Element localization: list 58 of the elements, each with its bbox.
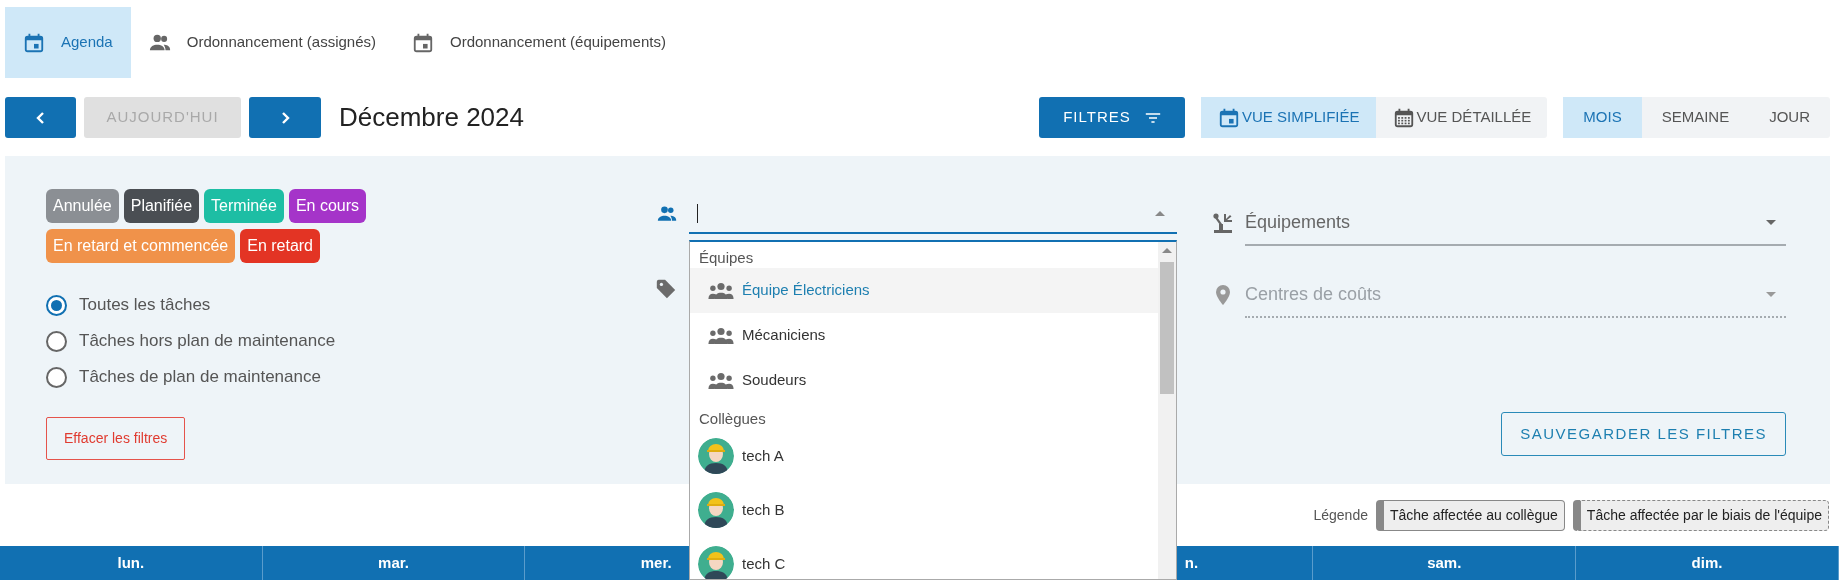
radio-button[interactable] [46,294,67,316]
filters-button[interactable]: FILTRES [1039,97,1185,138]
day-header: sam. [1313,546,1577,580]
range-tab[interactable]: MOIS [1563,97,1642,138]
legend-item: Tâche affectée au collègue [1376,499,1565,531]
tag-icon [655,278,677,300]
caret-icon [1155,210,1165,216]
scroll-up-icon [1162,248,1172,253]
radio-button[interactable] [46,366,67,388]
save-filters-button[interactable]: SAUVEGARDER LES FILTRES [1501,411,1786,456]
dropdown-option[interactable]: Équipe Électriciens [690,268,1158,313]
calendar-icon [1218,106,1240,129]
range-tab[interactable]: SEMAINE [1641,97,1750,138]
scrollbar[interactable] [1158,242,1176,579]
people-icon [655,204,679,224]
team-icon [708,371,734,390]
avatar-icon [698,546,734,579]
view-mode-button[interactable]: VUE DÉTAILLÉE [1375,97,1548,138]
dropdown-option[interactable]: Soudeurs [690,358,1158,403]
avatar-icon [698,492,734,528]
caret-icon [1766,219,1776,225]
tab[interactable]: Ordonnancement (équipements) [394,7,684,78]
equipment-select[interactable]: Équipements [1245,200,1786,246]
dropdown-option[interactable]: Mécaniciens [690,313,1158,358]
view-mode-button[interactable]: VUE SIMPLIFIÉE [1201,97,1376,138]
radio-button[interactable] [46,330,67,352]
placeholder-text: Équipements [1245,210,1351,234]
excavator-icon [1211,211,1235,235]
period-title: Décembre 2024 [339,101,524,134]
avatar-icon [698,438,734,474]
legend-item: Tâche affectée par le biais de l'équipe [1572,499,1829,531]
status-tag[interactable]: Planifiée [123,189,200,223]
day-header: dim. [1576,546,1839,580]
radio-label[interactable]: Toutes les tâches [79,292,211,318]
status-tag[interactable]: Annulée [46,189,119,223]
range-tab[interactable]: JOUR [1749,97,1830,138]
tab[interactable]: Agenda [5,7,131,78]
team-icon [708,281,734,300]
day-header: lun. [0,546,263,580]
calendar-icon [412,31,434,54]
status-tag[interactable]: En cours [288,189,367,223]
clear-filters-button[interactable]: Effacer les filtres [46,417,186,460]
group-header: Collègues [698,409,767,429]
calendar-icon [23,31,45,54]
radio-label[interactable]: Tâches de plan de maintenance [79,364,321,390]
placeholder-text: Centres de coûts [1245,282,1382,306]
calendar-icon [1392,106,1415,129]
group-header: Équipes [698,248,755,268]
legend-label: Légende [1313,505,1368,525]
scrollbar-thumb[interactable] [1160,262,1174,394]
caret-icon [1766,291,1776,297]
dropdown-option[interactable]: tech B [690,483,1158,537]
radio-label[interactable]: Tâches hors plan de maintenance [79,328,336,354]
tab[interactable]: Ordonnancement (assignés) [130,7,394,78]
team-icon [708,326,734,345]
dropdown-option[interactable]: tech A [690,429,1158,483]
day-header: mar. [262,546,526,580]
status-tag[interactable]: En retard [240,229,320,263]
